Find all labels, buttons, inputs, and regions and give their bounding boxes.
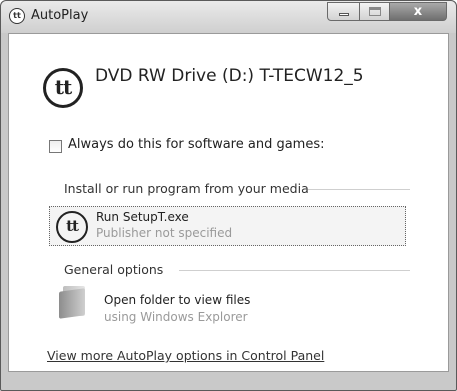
install-section-divider bbox=[308, 189, 410, 190]
general-section-heading: General options bbox=[64, 262, 164, 277]
always-do-label[interactable]: Always do this for software and games: bbox=[68, 137, 324, 152]
program-name: Run SetupT.exe bbox=[96, 210, 189, 224]
window-title: AutoPlay bbox=[31, 8, 89, 23]
close-button[interactable]: x bbox=[389, 2, 447, 21]
folder-front-shape bbox=[59, 288, 85, 319]
run-setup-option[interactable]: tt Run SetupT.exe Publisher not specifie… bbox=[49, 206, 406, 246]
autoplay-app-icon: tt bbox=[9, 8, 25, 24]
maximize-button[interactable] bbox=[359, 2, 390, 21]
general-section-divider bbox=[179, 270, 410, 271]
open-folder-subtext: using Windows Explorer bbox=[104, 310, 248, 324]
open-folder-option[interactable]: Open folder to view files bbox=[104, 293, 250, 307]
always-do-checkbox[interactable] bbox=[49, 140, 62, 153]
control-panel-link[interactable]: View more AutoPlay options in Control Pa… bbox=[47, 348, 324, 363]
drive-title: DVD RW Drive (D:) T-TECW12_5 bbox=[95, 66, 364, 86]
folder-icon[interactable] bbox=[59, 284, 89, 319]
autoplay-window: tt AutoPlay x tt DVD RW Drive (D:) T-TEC… bbox=[0, 0, 457, 391]
dialog-content: tt DVD RW Drive (D:) T-TECW12_5 Always d… bbox=[8, 33, 449, 372]
program-icon: tt bbox=[56, 211, 88, 243]
program-publisher: Publisher not specified bbox=[96, 226, 233, 240]
title-bar[interactable]: tt AutoPlay x bbox=[1, 1, 456, 33]
close-icon: x bbox=[413, 4, 423, 19]
install-section-heading: Install or run program from your media bbox=[64, 181, 309, 196]
minimize-button[interactable] bbox=[327, 2, 360, 21]
drive-icon: tt bbox=[43, 68, 83, 108]
